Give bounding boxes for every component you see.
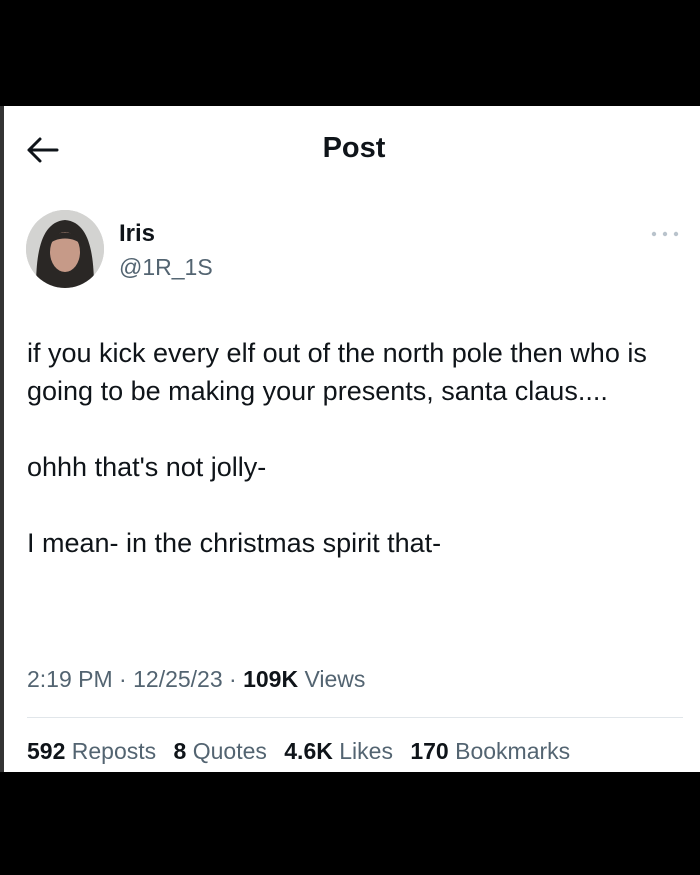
post-metadata: 2:19 PM · 12/25/23 · 109K Views: [27, 666, 365, 693]
post-date[interactable]: 12/25/23: [133, 666, 223, 692]
stat-likes[interactable]: 4.6K Likes: [284, 738, 393, 765]
page-title: Post: [322, 132, 386, 164]
header-bar: Post: [0, 106, 700, 190]
post-text: if you kick every elf out of the north p…: [27, 334, 677, 562]
stat-count: 170: [410, 738, 449, 764]
avatar-image: [26, 210, 104, 288]
stat-quotes[interactable]: 8 Quotes: [174, 738, 267, 765]
stat-count: 4.6K: [284, 738, 333, 764]
post-paragraph: I mean- in the christmas spirit that-: [27, 528, 442, 558]
stat-reposts[interactable]: 592 Reposts: [27, 738, 156, 765]
views-label[interactable]: Views: [304, 666, 365, 692]
divider: [27, 717, 683, 718]
engagement-stats: 592 Reposts 8 Quotes 4.6K Likes 170 Book…: [27, 738, 581, 765]
stat-count: 592: [27, 738, 66, 764]
more-button[interactable]: [648, 224, 682, 244]
meta-separator: ·: [119, 666, 127, 692]
author-name[interactable]: Iris: [119, 220, 155, 248]
stat-label: Reposts: [71, 738, 157, 764]
meta-separator: ·: [229, 666, 237, 692]
stat-label: Likes: [339, 738, 393, 764]
stat-bookmarks[interactable]: 170 Bookmarks: [410, 738, 570, 765]
views-count[interactable]: 109K: [243, 666, 298, 692]
post-screen: Post Iris @1R_1S if you kick every elf o…: [0, 106, 700, 772]
avatar[interactable]: [26, 210, 104, 288]
stat-label: Quotes: [192, 738, 267, 764]
post-time[interactable]: 2:19 PM: [27, 666, 113, 692]
left-edge-border: [0, 106, 4, 772]
stat-count: 8: [173, 738, 187, 764]
post-paragraph: if you kick every elf out of the north p…: [27, 338, 647, 406]
stat-label: Bookmarks: [455, 738, 571, 764]
post-paragraph: ohhh that's not jolly-: [27, 452, 267, 482]
author-handle[interactable]: @1R_1S: [119, 254, 213, 281]
more-horizontal-icon: [651, 231, 679, 237]
